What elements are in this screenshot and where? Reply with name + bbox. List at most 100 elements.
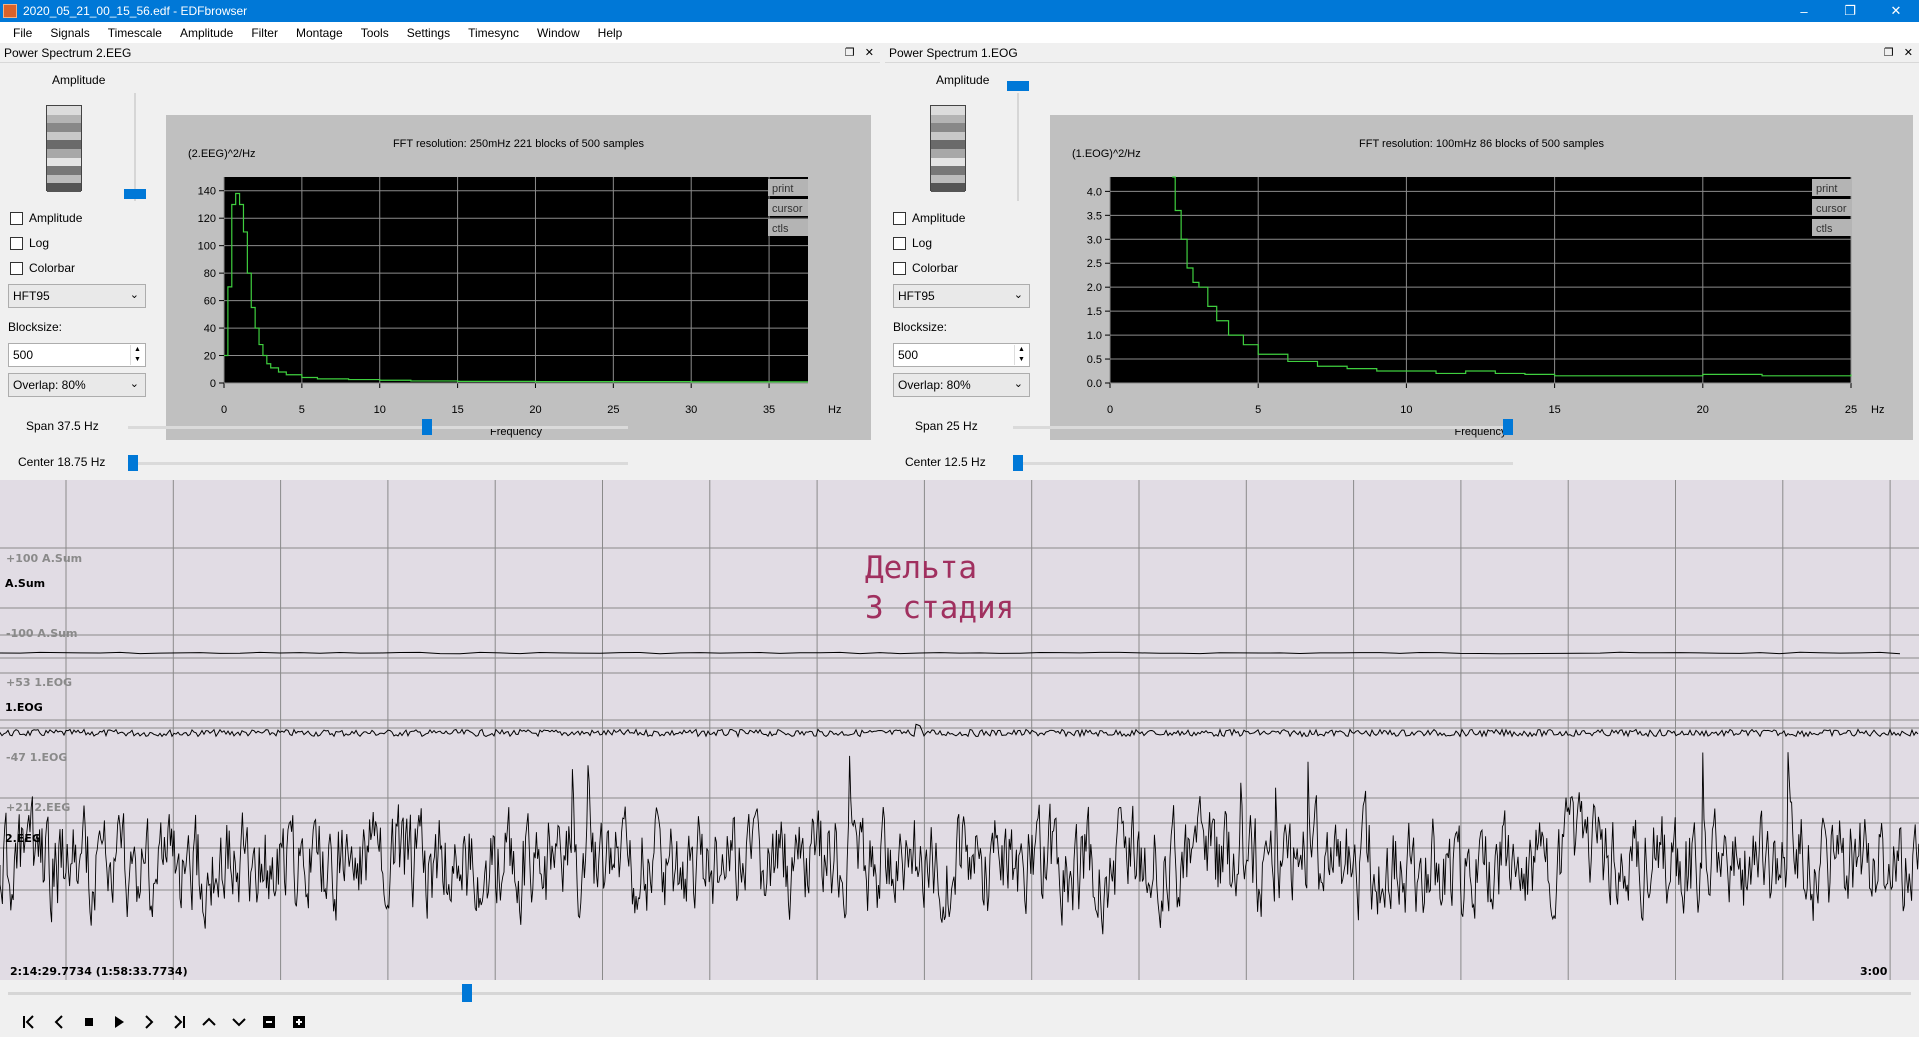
overlap-select[interactable]: Overlap: 80% ⌄ — [893, 373, 1030, 397]
window-function-select[interactable]: HFT95 ⌄ — [8, 284, 146, 308]
center-label: Center 18.75 Hz — [18, 455, 106, 469]
colorbar-checkbox[interactable]: Colorbar — [893, 261, 958, 275]
checkbox-label: Amplitude — [29, 211, 83, 225]
next-page-button[interactable] — [134, 1010, 164, 1034]
signal-trace-asum — [0, 651, 1901, 655]
signal-name-label[interactable]: A.Sum — [5, 577, 45, 590]
chevron-down-icon: ⌄ — [129, 378, 139, 390]
span-slider[interactable] — [422, 419, 432, 435]
signal-name-label[interactable]: 1.EOG — [5, 701, 43, 714]
center-slider[interactable] — [1013, 455, 1023, 471]
maximize-button[interactable]: ❐ — [1827, 0, 1873, 22]
scroll-up-button[interactable] — [194, 1010, 224, 1034]
last-page-button[interactable] — [164, 1010, 194, 1034]
y-tick-label: 0.5 — [1087, 354, 1102, 366]
amplitude-slider[interactable] — [124, 189, 146, 199]
checkbox-label: Colorbar — [29, 261, 76, 275]
log-checkbox[interactable]: Log — [893, 236, 932, 250]
x-tick-label: 15 — [1548, 404, 1560, 416]
stop-button[interactable] — [74, 1010, 104, 1034]
center-slider-track — [1013, 462, 1513, 465]
checkbox-box[interactable] — [10, 236, 23, 250]
menu-window[interactable]: Window — [528, 26, 589, 40]
prev-page-button[interactable] — [44, 1010, 74, 1034]
menu-signals[interactable]: Signals — [41, 26, 98, 40]
checkbox-box[interactable] — [893, 236, 906, 250]
amplitude-label: Amplitude — [52, 73, 106, 87]
menu-timescale[interactable]: Timescale — [99, 26, 171, 40]
print-button-label: print — [772, 183, 793, 195]
close-icon[interactable]: ✕ — [1904, 46, 1913, 59]
menu-help[interactable]: Help — [589, 26, 632, 40]
checkbox-box[interactable] — [893, 261, 906, 275]
x-tick-label: 0 — [1107, 404, 1113, 416]
panel-title-bar: Power Spectrum 2.EEG ❐ ✕ — [0, 43, 880, 63]
menu-filter[interactable]: Filter — [242, 26, 287, 40]
close-button[interactable]: ✕ — [1873, 0, 1919, 22]
signal-name-label[interactable]: 2.EEG — [5, 832, 41, 845]
y-tick-label: 2.0 — [1087, 282, 1102, 294]
colorbar-checkbox[interactable]: Colorbar — [10, 261, 75, 275]
x-tick-label: 25 — [1845, 404, 1857, 416]
checkbox-box[interactable] — [10, 211, 23, 225]
menu-amplitude[interactable]: Amplitude — [171, 26, 242, 40]
print-button-label: print — [1816, 183, 1837, 195]
spectrum-chart[interactable]: FFT resolution: 100mHz 86 blocks of 500 … — [1050, 115, 1913, 440]
spectrum-plot-area: FFT resolution: 250mHz 221 blocks of 500… — [166, 115, 871, 440]
blocksize-label: Blocksize: — [893, 320, 948, 334]
overlap-select[interactable]: Overlap: 80% ⌄ — [8, 373, 146, 397]
float-icon[interactable]: ❐ — [1884, 46, 1894, 59]
span-label: Span 25 Hz — [915, 419, 978, 433]
window-function-select[interactable]: HFT95 ⌄ — [893, 284, 1030, 308]
log-checkbox[interactable]: Log — [10, 236, 49, 250]
spectrum-chart[interactable]: FFT resolution: 250mHz 221 blocks of 500… — [166, 115, 871, 440]
center-slider[interactable] — [128, 455, 138, 471]
amplitude-checkbox[interactable]: Amplitude — [893, 211, 965, 225]
zoom-out-button[interactable] — [254, 1010, 284, 1034]
y-tick-label: 3.5 — [1087, 210, 1102, 222]
checkbox-box[interactable] — [10, 261, 23, 275]
first-page-button[interactable] — [14, 1010, 44, 1034]
power-spectrum-panel-right: Power Spectrum 1.EOG ❐ ✕ Amplitude Amplit… — [885, 43, 1919, 480]
select-value: Overlap: 80% — [898, 378, 971, 392]
play-button[interactable] — [104, 1010, 134, 1034]
chevron-down-icon: ⌄ — [1013, 378, 1023, 390]
checkbox-label: Amplitude — [912, 211, 966, 225]
checkbox-box[interactable] — [893, 211, 906, 225]
scroll-down-button[interactable] — [224, 1010, 254, 1034]
colorbar — [930, 105, 966, 192]
spin-arrows-icon[interactable]: ▲ ▼ — [1014, 345, 1028, 365]
minimize-button[interactable]: – — [1781, 0, 1827, 22]
menu-tools[interactable]: Tools — [352, 26, 398, 40]
menu-settings[interactable]: Settings — [398, 26, 459, 40]
select-value: HFT95 — [898, 289, 935, 303]
annotation-text: Дельта 3 стадия — [865, 550, 1015, 626]
span-slider-track — [128, 426, 628, 429]
cursor-button-label: cursor — [1816, 203, 1847, 215]
checkbox-label: Log — [29, 236, 50, 250]
power-spectrum-panel-left: Power Spectrum 2.EEG ❐ ✕ Amplitude Amplit… — [0, 43, 880, 480]
time-scrollbar[interactable] — [0, 980, 1919, 1006]
close-icon[interactable]: ✕ — [865, 46, 874, 59]
menu-timesync[interactable]: Timesync — [459, 26, 528, 40]
zoom-in-button[interactable] — [284, 1010, 314, 1034]
amplitude-slider[interactable] — [1007, 81, 1029, 91]
signal-view[interactable]: +100 A.Sum A.Sum -100 A.Sum +53 1.EOG 1.… — [0, 480, 1919, 980]
menu-file[interactable]: File — [4, 26, 41, 40]
checkbox-label: Colorbar — [912, 261, 959, 275]
spin-arrows-icon[interactable]: ▲ ▼ — [130, 345, 144, 365]
zoom-out-icon — [263, 1015, 275, 1028]
navigation-toolbar — [0, 1006, 1919, 1037]
blocksize-spinbox[interactable]: 500 ▲ ▼ — [8, 343, 146, 367]
last-icon — [174, 1014, 185, 1029]
menu-montage[interactable]: Montage — [287, 26, 352, 40]
float-icon[interactable]: ❐ — [845, 46, 855, 59]
time-end-label: 3:00 — [1860, 965, 1888, 978]
scrollbar-track[interactable] — [8, 992, 1911, 995]
panel-title-bar: Power Spectrum 1.EOG ❐ ✕ — [885, 43, 1919, 63]
amplitude-checkbox[interactable]: Amplitude — [10, 211, 82, 225]
scrollbar-handle[interactable] — [462, 984, 473, 1002]
y-tick-label: 4.0 — [1087, 186, 1102, 198]
span-slider[interactable] — [1503, 419, 1513, 435]
blocksize-spinbox[interactable]: 500 ▲ ▼ — [893, 343, 1030, 367]
